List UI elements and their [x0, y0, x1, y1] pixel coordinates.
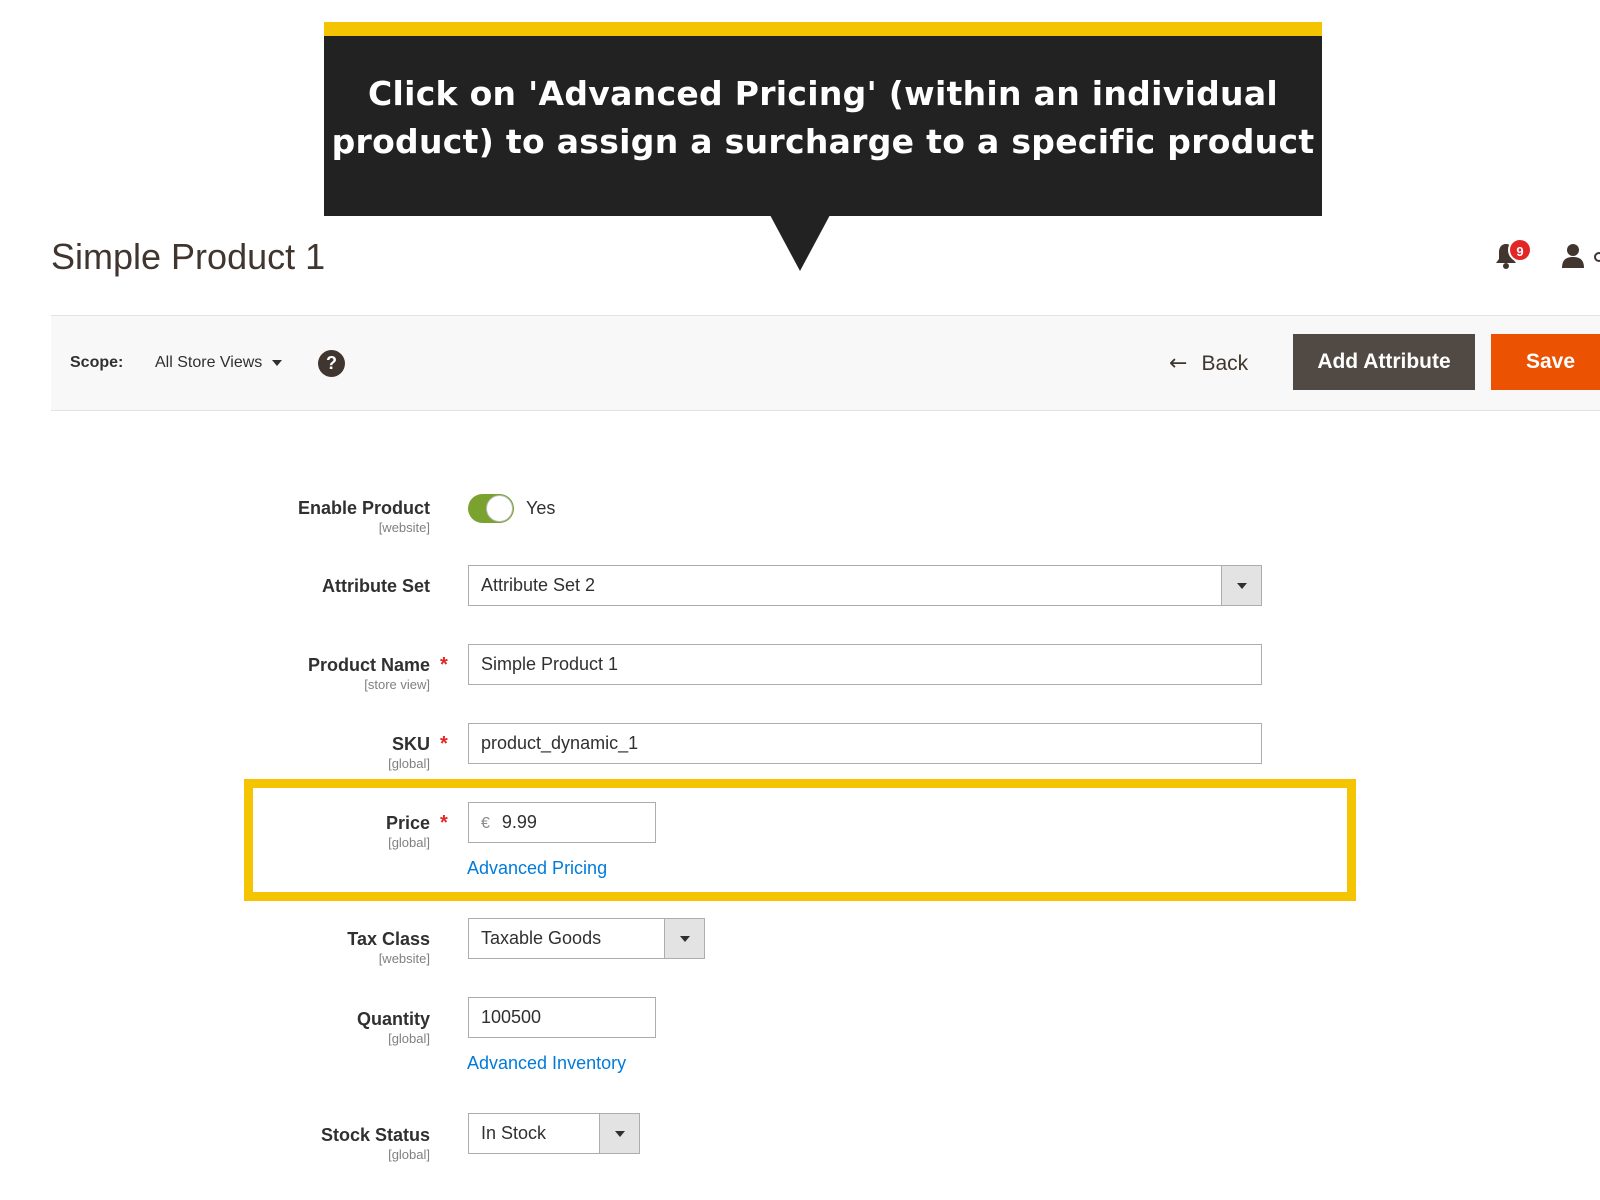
tax-class-label: Tax Class [347, 929, 430, 949]
notification-badge[interactable]: 9 [1508, 238, 1532, 262]
tax-class-value: Taxable Goods [481, 928, 602, 948]
advanced-pricing-link[interactable]: Advanced Pricing [467, 858, 607, 879]
stock-status-scope: [global] [388, 1147, 430, 1162]
product-name-scope: [store view] [364, 677, 430, 692]
enable-product-toggle[interactable] [468, 494, 514, 523]
advanced-inventory-link[interactable]: Advanced Inventory [467, 1053, 626, 1074]
stock-status-value: In Stock [481, 1123, 547, 1143]
quantity-input[interactable]: 100500 [468, 997, 656, 1038]
price-input[interactable]: €9.99 [468, 802, 656, 843]
toggle-knob [486, 495, 513, 522]
chevron-down-icon [1237, 583, 1247, 589]
scope-switcher[interactable]: All Store Views [155, 354, 283, 372]
callout-pointer [770, 215, 830, 271]
price-value: 9.99 [501, 812, 537, 832]
page-actions-toolbar: Scope: All Store Views ? ← Back Add Attri… [51, 315, 1600, 411]
product-name-input[interactable]: Simple Product 1 [468, 644, 1262, 685]
callout-line-2: product) to assign a surcharge to a spec… [331, 122, 1315, 161]
tax-class-select[interactable]: Taxable Goods [468, 918, 705, 959]
page-title: Simple Product 1 [51, 236, 326, 277]
account-menu-icon[interactable] [1594, 252, 1600, 262]
callout-text: Click on 'Advanced Pricing' (within an i… [324, 70, 1322, 166]
product-name-label: Product Name [307, 655, 430, 675]
add-attribute-button[interactable]: Add Attribute [1293, 334, 1475, 390]
save-button[interactable]: Save [1491, 334, 1600, 390]
required-marker: * [440, 812, 448, 834]
price-label: Price [385, 813, 430, 833]
stock-status-label: Stock Status [320, 1125, 430, 1145]
attribute-set-select[interactable]: Attribute Set 2 [468, 565, 1262, 606]
currency-symbol: € [481, 815, 490, 832]
scope-value: All Store Views [155, 354, 263, 371]
sku-scope: [global] [388, 756, 430, 771]
stock-status-dropdown-button[interactable] [599, 1114, 639, 1153]
quantity-label: Quantity [356, 1009, 430, 1029]
sku-input[interactable]: product_dynamic_1 [468, 723, 1262, 764]
enable-product-label: Enable Product [297, 498, 430, 518]
sku-label: SKU [391, 734, 430, 754]
chevron-down-icon [680, 936, 690, 942]
help-icon[interactable]: ? [318, 350, 345, 377]
arrow-left-icon: ← [1169, 351, 1188, 376]
tax-class-dropdown-button[interactable] [664, 919, 704, 958]
back-button[interactable]: ← Back [1169, 346, 1248, 382]
chevron-down-icon [272, 359, 283, 366]
required-marker: * [440, 733, 448, 755]
tax-class-scope: [website] [378, 951, 430, 966]
tutorial-callout: Click on 'Advanced Pricing' (within an i… [324, 22, 1322, 216]
required-marker: * [440, 654, 448, 676]
callout-line-1: Click on 'Advanced Pricing' (within an i… [367, 74, 1279, 113]
attribute-set-value: Attribute Set 2 [481, 575, 596, 595]
enable-product-value: Yes [526, 498, 556, 518]
scope-label: Scope: [70, 354, 124, 371]
chevron-down-icon [615, 1131, 625, 1137]
attribute-set-label: Attribute Set [322, 576, 430, 596]
price-scope: [global] [388, 835, 430, 850]
enable-product-scope: [website] [378, 520, 430, 535]
attribute-set-dropdown-button[interactable] [1221, 566, 1261, 605]
quantity-scope: [global] [388, 1031, 430, 1046]
back-label: Back [1201, 352, 1249, 375]
user-icon[interactable] [1560, 242, 1586, 268]
stock-status-select[interactable]: In Stock [468, 1113, 640, 1154]
